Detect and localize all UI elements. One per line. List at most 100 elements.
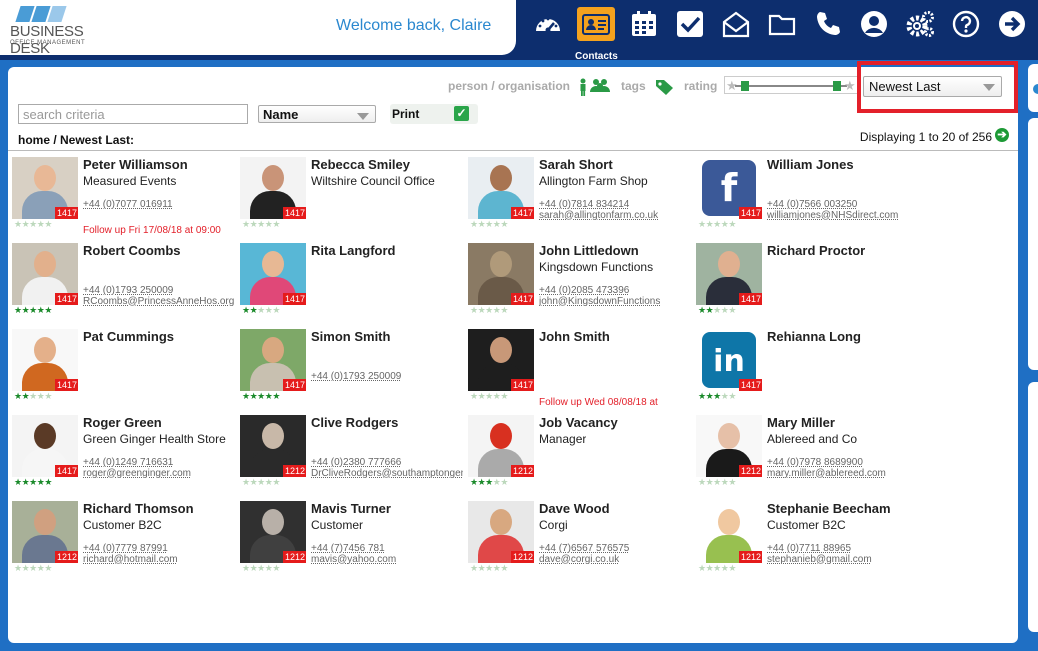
- contact-photo[interactable]: 1417: [696, 243, 762, 305]
- contact-name[interactable]: William Jones: [767, 157, 854, 172]
- contact-card[interactable]: 1212 ★★★★★ Mary Miller Ablereed and Co +44 (…: [692, 415, 918, 499]
- contact-email[interactable]: roger@greenginger.com: [83, 468, 191, 479]
- contact-email[interactable]: sarah@allingtonfarm.co.uk: [539, 210, 658, 221]
- contact-name[interactable]: Job Vacancy: [539, 415, 618, 430]
- rating-stars[interactable]: ★★★★★: [698, 305, 736, 316]
- contact-card[interactable]: 1212 ★★★★★ Clive Rodgers +44 (0)2380 777666…: [236, 415, 463, 499]
- contact-card[interactable]: 1417 ★★★★★ Richard Proctor: [692, 243, 918, 327]
- contact-name[interactable]: Richard Thomson: [83, 501, 194, 516]
- side-tab-2[interactable]: [1028, 118, 1038, 370]
- contact-name[interactable]: Richard Proctor: [767, 243, 865, 258]
- search-field-select[interactable]: Name: [258, 105, 376, 123]
- contact-phone[interactable]: +44 (0)7978 8689900: [767, 457, 863, 468]
- contact-name[interactable]: Robert Coombs: [83, 243, 181, 258]
- tasks-icon[interactable]: [670, 4, 710, 44]
- rating-stars[interactable]: ★★★★★: [242, 563, 280, 574]
- contact-photo[interactable]: 1417: [468, 243, 534, 305]
- rating-slider[interactable]: ★ ★: [724, 76, 858, 94]
- print-toggle[interactable]: Print ✓: [390, 104, 478, 124]
- person-org-filter-label[interactable]: person / organisation: [448, 79, 570, 93]
- user-icon[interactable]: [854, 4, 894, 44]
- side-tab-3[interactable]: [1028, 382, 1038, 632]
- contact-name[interactable]: Simon Smith: [311, 329, 390, 344]
- checkbox-checked-icon[interactable]: ✓: [454, 106, 469, 121]
- contact-card[interactable]: 1417 ★★★★★ Peter Williamson Measured Events…: [8, 157, 234, 241]
- rating-stars[interactable]: ★★★★★: [470, 477, 508, 488]
- contact-name[interactable]: Clive Rodgers: [311, 415, 398, 430]
- contact-phone[interactable]: +44 (0)2380 777666: [311, 457, 401, 468]
- contact-card[interactable]: 1212 ★★★★★ Richard Thomson Customer B2C +44 …: [8, 501, 234, 585]
- rating-stars[interactable]: ★★★★★: [14, 477, 52, 488]
- search-input[interactable]: [18, 104, 248, 124]
- side-tab-1[interactable]: [1028, 64, 1038, 112]
- contact-phone[interactable]: +44 (0)7566 003250: [767, 199, 857, 210]
- rating-stars[interactable]: ★★★★★: [14, 391, 52, 402]
- contact-card[interactable]: 1417 ★★★★★ Simon Smith +44 (0)1793 250009: [236, 329, 462, 413]
- contact-photo[interactable]: in 1417: [696, 329, 762, 391]
- contact-phone[interactable]: +44 (0)7711 88965: [767, 543, 851, 554]
- contact-photo[interactable]: 1417: [12, 243, 78, 305]
- contact-email[interactable]: mavis@yahoo.com: [311, 554, 396, 565]
- rating-stars[interactable]: ★★★★★: [14, 219, 52, 230]
- phone-icon[interactable]: [808, 4, 848, 44]
- rating-min-handle[interactable]: [741, 81, 749, 91]
- contact-photo[interactable]: 1212: [696, 415, 762, 477]
- contact-card[interactable]: in 1417 ★★★★★ Rehianna Long: [692, 329, 918, 413]
- contact-name[interactable]: John Littledown: [539, 243, 639, 258]
- tag-icon[interactable]: [655, 79, 675, 98]
- contact-card[interactable]: 1417 ★★★★★ Robert Coombs +44 (0)1793 250009…: [8, 243, 234, 327]
- contact-photo[interactable]: 1212: [12, 501, 78, 563]
- contact-email[interactable]: dave@corgi.co.uk: [539, 554, 619, 565]
- logo[interactable]: BUSINESS DESK OFFICE MANAGEMENT: [10, 6, 120, 57]
- rating-stars[interactable]: ★★★★★: [14, 305, 52, 316]
- contact-card[interactable]: 1417 ★★★★★ Roger Green Green Ginger Health …: [8, 415, 234, 499]
- contact-photo[interactable]: 1417: [12, 157, 78, 219]
- contact-phone[interactable]: +44 (0)7779 87991: [83, 543, 168, 554]
- contact-name[interactable]: Rehianna Long: [767, 329, 861, 344]
- tags-filter-label[interactable]: tags: [621, 79, 646, 93]
- sort-order-select[interactable]: Newest Last: [863, 76, 1002, 97]
- contact-name[interactable]: Stephanie Beecham: [767, 501, 891, 516]
- contact-phone[interactable]: +44 (0)2085 473396: [539, 285, 629, 296]
- help-icon[interactable]: [946, 4, 986, 44]
- contact-card[interactable]: 1417 ★★★★★ Pat Cummings: [8, 329, 234, 413]
- contact-name[interactable]: John Smith: [539, 329, 610, 344]
- contacts-icon[interactable]: [577, 7, 615, 41]
- contact-photo[interactable]: 1212: [696, 501, 762, 563]
- contact-card[interactable]: 1417 ★★★★★ John Smith Follow up Wed 08/08/1…: [464, 329, 690, 413]
- contact-name[interactable]: Dave Wood: [539, 501, 610, 516]
- contact-photo[interactable]: 1417: [468, 157, 534, 219]
- contact-name[interactable]: Roger Green: [83, 415, 162, 430]
- contact-card[interactable]: 1417 ★★★★★ John Littledown Kingsdown Functi…: [464, 243, 690, 327]
- rating-stars[interactable]: ★★★★★: [698, 563, 736, 574]
- mail-icon[interactable]: [716, 4, 756, 44]
- contact-card[interactable]: 1417 ★★★★★ Sarah Short Allington Farm Shop +…: [464, 157, 690, 241]
- rating-filter-label[interactable]: rating: [684, 79, 717, 93]
- contact-name[interactable]: Mary Miller: [767, 415, 835, 430]
- person-organisation-icon[interactable]: [578, 78, 612, 99]
- rating-stars[interactable]: ★★★★★: [698, 391, 736, 402]
- contact-photo[interactable]: 1417: [12, 329, 78, 391]
- contact-phone[interactable]: +44 (7)6567 576575: [539, 543, 629, 554]
- rating-max-handle[interactable]: [833, 81, 841, 91]
- contact-name[interactable]: Sarah Short: [539, 157, 613, 172]
- dashboard-icon[interactable]: [528, 4, 568, 44]
- folder-icon[interactable]: [762, 4, 802, 44]
- rating-stars[interactable]: ★★★★★: [698, 477, 736, 488]
- contact-card[interactable]: 1212 ★★★★★ Stephanie Beecham Customer B2C +4…: [692, 501, 918, 585]
- contact-email[interactable]: john@KingsdownFunctions: [539, 296, 660, 307]
- next-page-icon[interactable]: ➔: [995, 128, 1009, 142]
- contact-card[interactable]: f 1417 ★★★★★ William Jones +44 (0)7566 00325…: [692, 157, 918, 241]
- contact-name[interactable]: Peter Williamson: [83, 157, 188, 172]
- contact-photo[interactable]: 1417: [240, 329, 306, 391]
- rating-stars[interactable]: ★★★★★: [242, 477, 280, 488]
- contact-card[interactable]: 1212 ★★★★★ Job Vacancy Manager: [464, 415, 690, 499]
- contact-photo[interactable]: 1417: [468, 329, 534, 391]
- rating-stars[interactable]: ★★★★★: [14, 563, 52, 574]
- contact-email[interactable]: DrCliveRodgers@southamptongen: [311, 468, 463, 479]
- contact-photo[interactable]: 1212: [468, 415, 534, 477]
- rating-stars[interactable]: ★★★★★: [242, 391, 280, 402]
- contact-card[interactable]: 1212 ★★★★★ Mavis Turner Customer +44 (7)7456…: [236, 501, 462, 585]
- contact-name[interactable]: Pat Cummings: [83, 329, 174, 344]
- contact-photo[interactable]: f 1417: [696, 157, 762, 219]
